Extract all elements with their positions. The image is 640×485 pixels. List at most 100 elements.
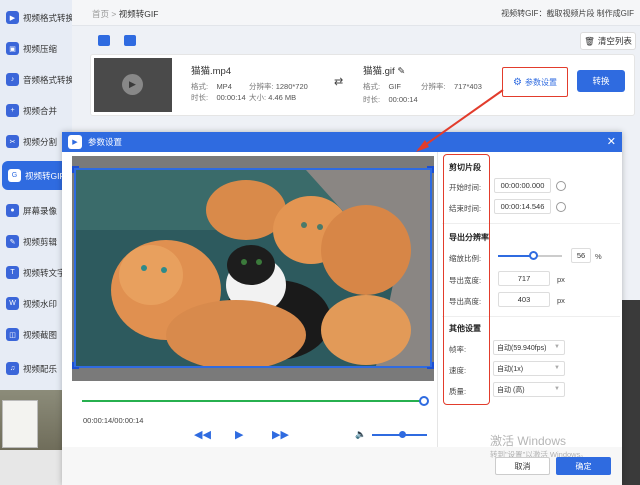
add-file-icon[interactable] [124, 35, 136, 46]
source-format: 格式: MP4 [191, 82, 232, 91]
scale-input[interactable]: 56 [571, 248, 591, 263]
sidebar-item-label: 视频转GIF [25, 170, 65, 181]
speed-select[interactable]: 自动(1x) ▼ [493, 361, 565, 376]
width-unit: px [557, 275, 565, 284]
scale-slider-knob[interactable] [528, 251, 538, 260]
play-icon[interactable]: ▶ [235, 428, 243, 441]
sidebar-item-video-compress[interactable]: ▣ 视频压缩 [0, 34, 72, 63]
sidebar-item-video-merge[interactable]: + 视频合并 [0, 96, 72, 125]
output-file-name: 猫猫.gif ✎ [363, 66, 406, 77]
top-bar: 首页 > 视频转GIF 视频转GIF：截取视频片段 制作成GIF [72, 0, 640, 26]
crop-handle-bottom-left[interactable] [72, 362, 79, 369]
dialog-title-bar: ▶ 参数设置 ✕ [62, 132, 622, 152]
windows-activation-watermark: 激活 Windows 转到"设置"以激活 Windows。 [490, 432, 588, 460]
sidebar-item-label: 视频格式转换 [23, 12, 72, 23]
highlight-box [443, 154, 490, 405]
kittens-image [76, 170, 430, 366]
end-time-input[interactable]: 00:00:14.546 [494, 199, 551, 214]
sidebar-item-audio-convert[interactable]: ♪ 音频格式转换 [0, 65, 72, 94]
speed-value: 自动(1x) [497, 365, 524, 373]
fast-forward-icon[interactable]: ▶▶ [272, 428, 289, 441]
end-time-reset-icon[interactable] [556, 202, 566, 212]
screenshot-icon: ◫ [6, 328, 19, 341]
export-width-input[interactable]: 717 [498, 271, 550, 286]
shuffle-arrow-icon: ⇄ [334, 76, 344, 88]
play-icon: ▶ [122, 74, 143, 95]
video-thumbnail[interactable]: ▶ [94, 58, 172, 112]
parameter-settings-label: 参数设置 [524, 77, 557, 87]
crop-handle-bottom-right[interactable] [427, 362, 434, 369]
sidebar-item-label: 视频合并 [23, 105, 58, 116]
parameter-settings-button[interactable]: ⚙ 参数设置 [502, 67, 568, 97]
source-resolution: 分辨率: 1280*720 [249, 82, 308, 91]
text-icon: T [6, 266, 19, 279]
sidebar-item-label: 视频分割 [23, 136, 58, 147]
compress-icon: ▣ [6, 42, 19, 55]
progress-knob[interactable] [419, 396, 429, 406]
volume-icon[interactable]: 🔈 [355, 429, 366, 440]
fps-value: 自动(59.940fps) [497, 344, 547, 352]
gif-icon: G [8, 169, 21, 182]
music-icon: ♫ [6, 362, 19, 375]
watermark-line1: 激活 Windows [490, 434, 567, 448]
background-taskbar [0, 450, 62, 485]
page-description: 视频转GIF：截取视频片段 制作成GIF [501, 9, 634, 18]
progress-track[interactable] [82, 400, 427, 402]
record-icon: ● [6, 204, 19, 217]
source-duration: 时长: 00:00:14 [191, 93, 246, 102]
desktop-background [0, 390, 62, 485]
breadcrumb-separator: > [111, 9, 117, 19]
sidebar-item-label: 视频配乐 [23, 363, 58, 374]
sidebar-item-label: 视频截图 [23, 329, 58, 340]
merge-icon: + [6, 104, 19, 117]
rewind-icon[interactable]: ◀◀ [194, 428, 211, 441]
convert-button[interactable]: 转换 [577, 70, 625, 92]
sidebar-item-label: 视频水印 [23, 298, 58, 309]
sidebar-item-label: 视频剪辑 [23, 236, 58, 247]
source-file-name: 猫猫.mp4 [191, 66, 232, 77]
sidebar-item-video-convert[interactable]: ▶ 视频格式转换 [0, 3, 72, 32]
chevron-down-icon: ▼ [554, 365, 560, 371]
sidebar-item-label: 音频格式转换 [23, 74, 72, 85]
cancel-button[interactable]: 取消 [495, 457, 550, 475]
split-icon: ✂ [6, 135, 19, 148]
crop-handle-top-right[interactable] [427, 166, 434, 173]
chevron-down-icon: ▼ [554, 386, 560, 392]
height-unit: px [557, 296, 565, 305]
close-icon[interactable]: ✕ [607, 135, 616, 148]
sidebar-item-label: 屏幕录像 [23, 205, 58, 216]
background-window [2, 400, 38, 448]
video-preview [72, 156, 434, 381]
time-display: 00:00:14/00:00:14 [83, 416, 144, 425]
audio-icon: ♪ [6, 73, 19, 86]
breadcrumb-home[interactable]: 首页 [92, 9, 109, 19]
quality-select[interactable]: 自动 (高) ▼ [493, 382, 565, 397]
crop-handle-top-left[interactable] [72, 166, 79, 173]
panel-divider [437, 152, 438, 447]
file-item: ▶ 猫猫.mp4 格式: MP4 分辨率: 1280*720 时长: 00:00… [90, 54, 635, 116]
output-resolution: 分辨率: 717*403 [421, 82, 482, 91]
breadcrumb-current: 视频转GIF [118, 9, 159, 19]
background-app-strip [622, 300, 640, 485]
ok-button[interactable]: 确定 [556, 457, 611, 475]
start-time-input[interactable]: 00:00:00.000 [494, 178, 551, 193]
breadcrumb: 首页 > 视频转GIF [92, 8, 158, 20]
clear-list-label: 清空列表 [597, 36, 632, 46]
dialog-title: 参数设置 [88, 137, 123, 147]
trash-icon: 🗑 [584, 35, 595, 46]
add-folder-icon[interactable] [98, 35, 110, 46]
video-frame[interactable] [74, 168, 432, 368]
quality-value: 自动 (高) [497, 386, 525, 394]
start-time-reset-icon[interactable] [556, 181, 566, 191]
gear-icon: ⚙ [513, 76, 522, 88]
volume-knob[interactable] [399, 431, 407, 438]
app-logo-icon: ▶ [68, 135, 82, 149]
clear-list-button[interactable]: 🗑 清空列表 [580, 32, 636, 50]
chevron-down-icon: ▼ [554, 344, 560, 350]
watermark-icon: W [6, 297, 19, 310]
parameter-settings-dialog: ▶ 参数设置 ✕ 00:00:14/00:00:14 ◀◀ ▶ ▶▶ 🔈 剪切片… [62, 132, 622, 485]
edit-icon: ✎ [6, 235, 19, 248]
fps-select[interactable]: 自动(59.940fps) ▼ [493, 340, 565, 355]
rename-pencil-icon[interactable]: ✎ [397, 66, 405, 77]
export-height-input[interactable]: 403 [498, 292, 550, 307]
